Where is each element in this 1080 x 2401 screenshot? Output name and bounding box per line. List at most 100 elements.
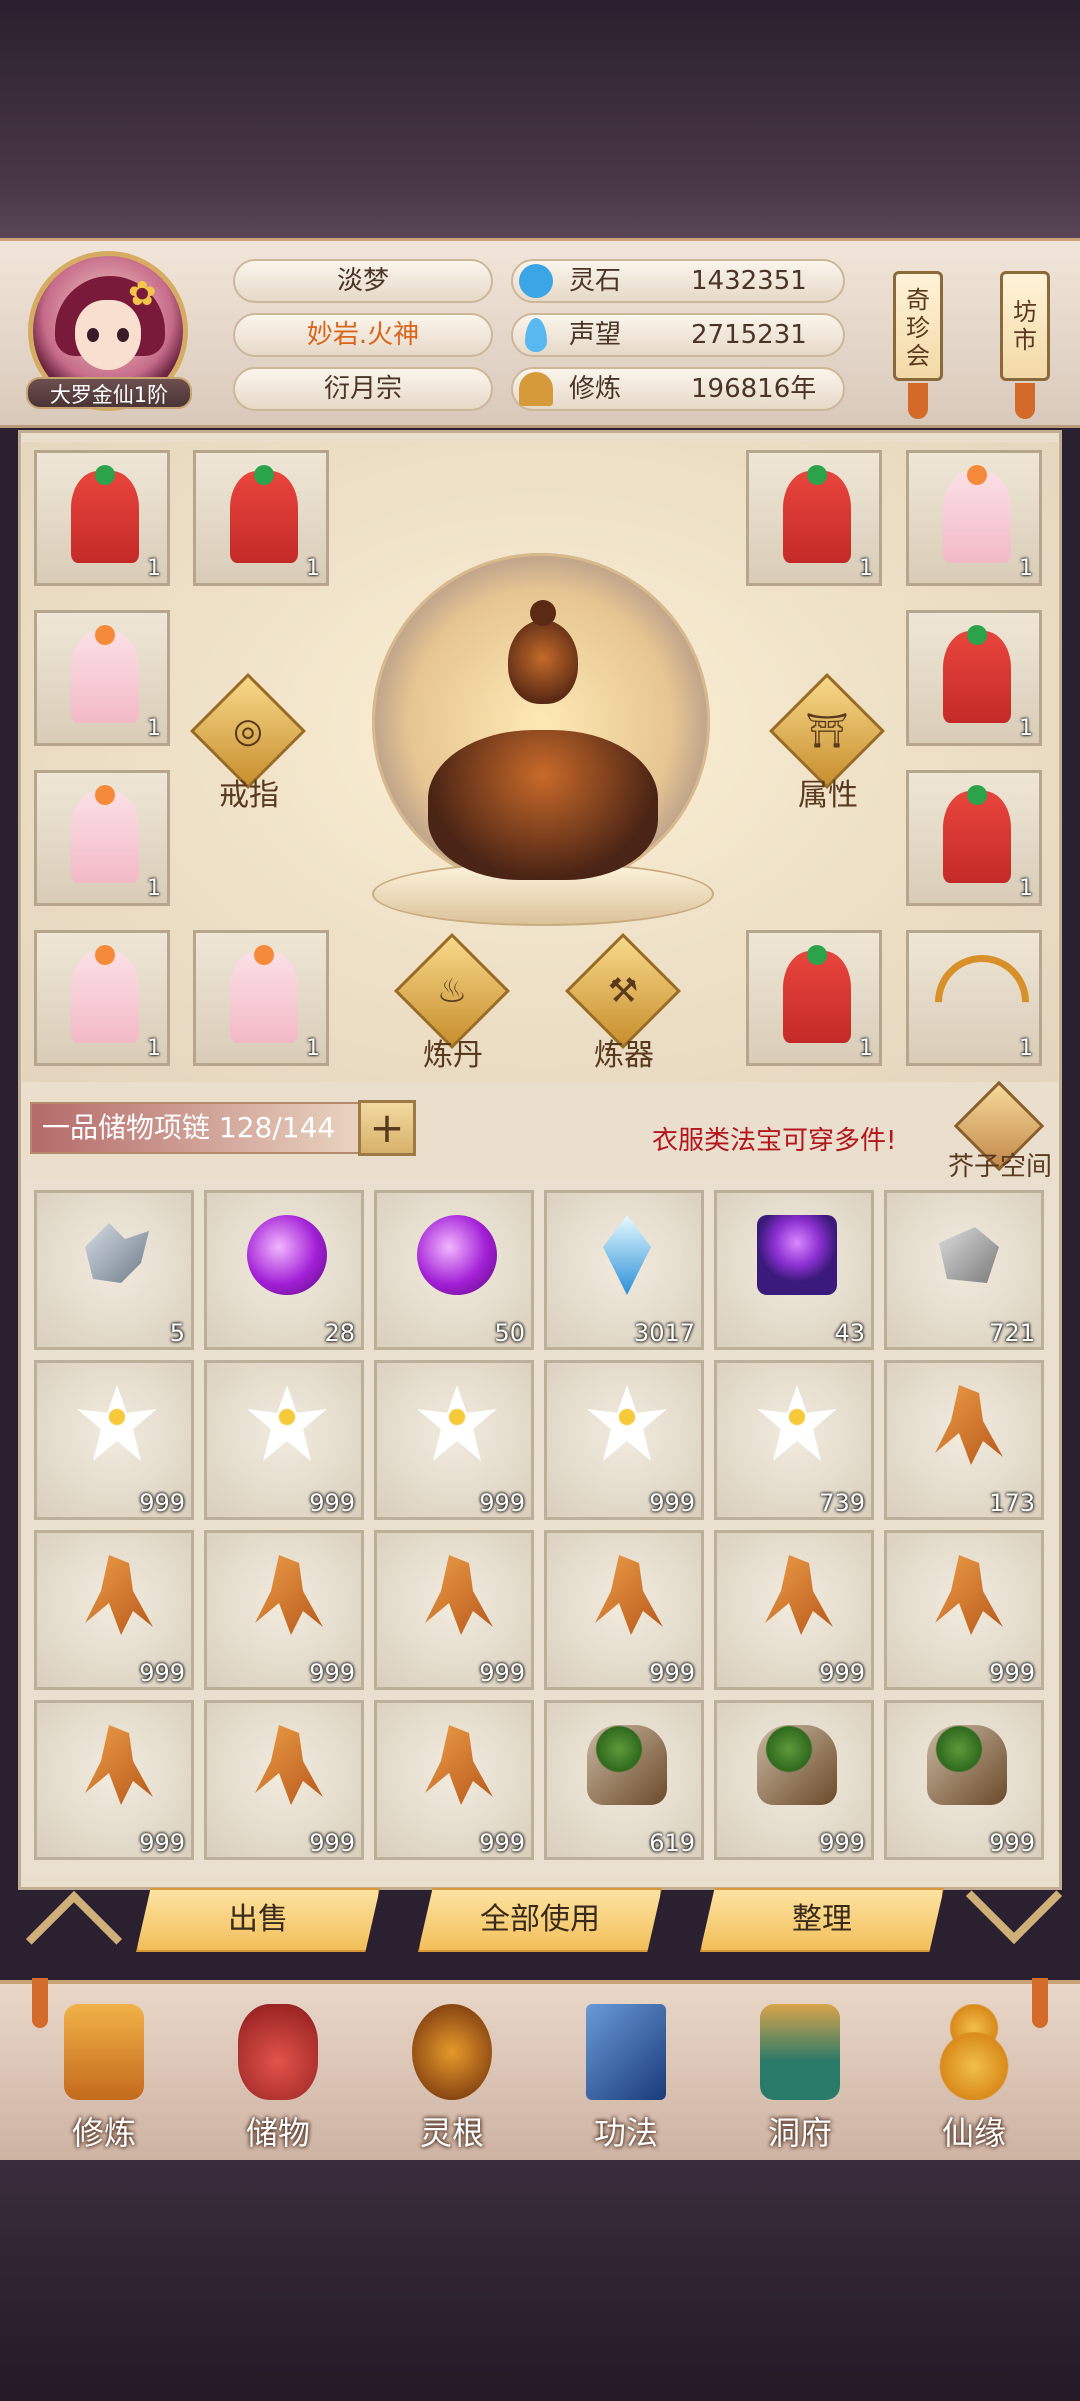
- equipment-slot[interactable]: 1: [906, 610, 1042, 746]
- flower-icon: [417, 1385, 497, 1461]
- storage-item-cell[interactable]: 999: [204, 1360, 364, 1520]
- storage-item-cell[interactable]: 721: [884, 1190, 1044, 1350]
- storage-item-cell[interactable]: 999: [714, 1530, 874, 1690]
- forge-label[interactable]: 炼器: [564, 1030, 684, 1074]
- equipment-slot[interactable]: 1: [193, 930, 329, 1066]
- nav-cultivate[interactable]: 修炼: [34, 1996, 174, 2156]
- resource-prestige: 声望 2715231: [511, 313, 845, 357]
- resource-cultivation: 修炼 196816年: [511, 367, 845, 411]
- equipment-slot[interactable]: 1: [34, 450, 170, 586]
- bottom-navigation: 修炼 储物 灵根 功法 洞府 仙缘: [0, 1978, 1080, 2168]
- storage-item-cell[interactable]: 999: [884, 1530, 1044, 1690]
- resource-label: 灵石: [569, 266, 622, 296]
- storage-item-cell[interactable]: 43: [714, 1190, 874, 1350]
- equipment-slot[interactable]: 1: [34, 930, 170, 1066]
- red-robe-icon: [943, 625, 1011, 723]
- equipment-slot[interactable]: 1: [746, 930, 882, 1066]
- equipment-slot[interactable]: 1: [906, 450, 1042, 586]
- root-icon: [85, 1725, 153, 1805]
- sell-button[interactable]: 出售: [136, 1888, 380, 1952]
- item-count: 1: [1019, 1036, 1033, 1061]
- equipment-slot[interactable]: 1: [34, 610, 170, 746]
- item-count: 999: [139, 1659, 185, 1687]
- item-count: 999: [649, 1489, 695, 1517]
- herb-icon: [757, 1725, 837, 1805]
- resource-label: 声望: [569, 320, 622, 350]
- storage-item-cell[interactable]: 999: [374, 1530, 534, 1690]
- pink-robe-icon: [71, 785, 139, 883]
- item-count: 999: [819, 1659, 865, 1687]
- storage-item-cell[interactable]: 50: [374, 1190, 534, 1350]
- resource-spirit-stone: 灵石 1432351: [511, 259, 845, 303]
- ring-label[interactable]: 戒指: [189, 770, 309, 814]
- nav-label: 仙缘: [941, 2114, 1006, 2152]
- root-icon: [935, 1555, 1003, 1635]
- equipment-slot[interactable]: 1: [34, 770, 170, 906]
- storage-item-cell[interactable]: 999: [34, 1530, 194, 1690]
- equipment-slot[interactable]: 1: [906, 770, 1042, 906]
- treasure-fair-tag[interactable]: 奇 珍 会: [893, 271, 943, 381]
- storage-item-cell[interactable]: 999: [714, 1700, 874, 1860]
- item-count: 739: [819, 1489, 865, 1517]
- alchemy-label[interactable]: 炼丹: [393, 1030, 513, 1074]
- sort-button[interactable]: 整理: [700, 1888, 944, 1952]
- item-count: 999: [989, 1659, 1035, 1687]
- storage-item-cell[interactable]: 999: [374, 1700, 534, 1860]
- storage-item-cell[interactable]: 999: [884, 1700, 1044, 1860]
- red-robe-icon: [783, 465, 851, 563]
- item-count: 1: [1019, 716, 1033, 741]
- nav-fate[interactable]: 仙缘: [904, 1996, 1044, 2156]
- item-count: 1: [147, 876, 161, 901]
- nav-skills[interactable]: 功法: [556, 1996, 696, 2156]
- storage-bag-icon: [238, 2004, 318, 2100]
- pink-robe-icon: [71, 625, 139, 723]
- item-count: 1: [1019, 556, 1033, 581]
- storage-item-cell[interactable]: 619: [544, 1700, 704, 1860]
- storage-item-cell[interactable]: 28: [204, 1190, 364, 1350]
- storage-item-cell[interactable]: 999: [544, 1360, 704, 1520]
- orb-icon: [417, 1215, 497, 1295]
- storage-item-cell[interactable]: 173: [884, 1360, 1044, 1520]
- nav-cave[interactable]: 洞府: [730, 1996, 870, 2156]
- flower-icon: [587, 1385, 667, 1461]
- rock-icon: [939, 1227, 999, 1283]
- item-count: 1: [1019, 876, 1033, 901]
- item-count: 3017: [633, 1319, 695, 1347]
- equipment-slot[interactable]: 1: [906, 930, 1049, 1069]
- storage-item-cell[interactable]: 999: [34, 1360, 194, 1520]
- tassel-icon: [908, 383, 928, 419]
- nav-spirit-root[interactable]: 灵根: [382, 1996, 522, 2156]
- attribute-label[interactable]: 属性: [768, 770, 888, 814]
- hair-flower-icon: ✿: [128, 274, 157, 314]
- orb-icon: [247, 1215, 327, 1295]
- storage-item-cell[interactable]: 5: [34, 1190, 194, 1350]
- item-count: 999: [649, 1659, 695, 1687]
- storage-item-cell[interactable]: 999: [204, 1530, 364, 1690]
- storage-item-cell[interactable]: 999: [34, 1700, 194, 1860]
- scroll-up-arrow-icon[interactable]: [25, 1890, 123, 1988]
- market-tag[interactable]: 坊 市: [1000, 271, 1050, 381]
- storage-item-cell[interactable]: 999: [374, 1360, 534, 1520]
- equipment-slot[interactable]: 1: [746, 450, 882, 586]
- red-robe-icon: [783, 945, 851, 1043]
- equipment-slot[interactable]: 1: [193, 450, 329, 586]
- item-count: 1: [859, 1036, 873, 1061]
- jiezi-space-label[interactable]: 芥子空间: [948, 1146, 1052, 1183]
- expand-storage-button[interactable]: +: [358, 1100, 416, 1156]
- figure-head: [508, 620, 578, 704]
- item-count: 1: [306, 1036, 320, 1061]
- shard-icon: [85, 1223, 149, 1283]
- cultivate-icon: [64, 2004, 144, 2100]
- storage-item-cell[interactable]: 999: [544, 1530, 704, 1690]
- item-count: 619: [649, 1829, 695, 1857]
- root-icon: [255, 1725, 323, 1805]
- storage-item-cell[interactable]: 739: [714, 1360, 874, 1520]
- cave-house-icon: [760, 2004, 840, 2100]
- herb-icon: [587, 1725, 667, 1805]
- use-all-button[interactable]: 全部使用: [418, 1888, 662, 1952]
- storage-item-cell[interactable]: 999: [204, 1700, 364, 1860]
- nav-storage[interactable]: 储物: [208, 1996, 348, 2156]
- item-count: 999: [309, 1659, 355, 1687]
- item-count: 999: [309, 1489, 355, 1517]
- storage-item-cell[interactable]: 3017: [544, 1190, 704, 1350]
